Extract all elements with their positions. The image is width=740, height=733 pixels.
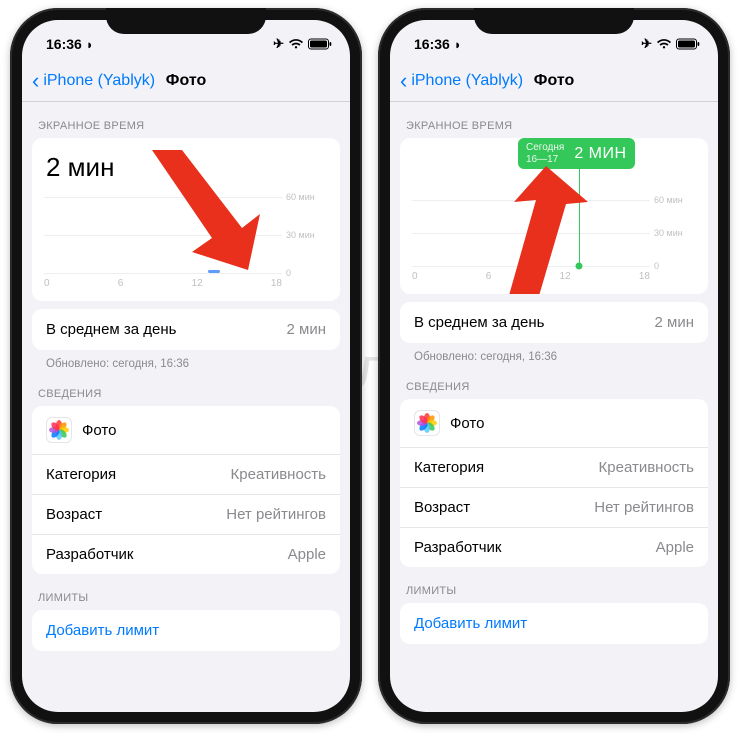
notch xyxy=(474,8,634,34)
photos-app-icon xyxy=(46,417,72,443)
x-axis-labels: 0 6 12 18 xyxy=(44,278,282,289)
airplane-icon: ✈ xyxy=(273,36,284,52)
section-header-limits: ЛИМИТЫ xyxy=(390,567,718,603)
section-header-info: СВЕДЕНИЯ xyxy=(22,370,350,406)
status-time: 16:36 xyxy=(46,36,82,52)
chart-bar[interactable] xyxy=(208,270,220,273)
avg-card: В среднем за день 2 мин xyxy=(32,309,340,350)
info-row-developer: Разработчик Apple xyxy=(400,527,708,567)
usage-chart[interactable]: 60 мин 30 мин 0 0 6 12 18 xyxy=(44,189,328,289)
back-label: iPhone (Yablyk) xyxy=(43,72,155,90)
usage-chart-card: Сегодня 16—17 2 МИН 60 мин xyxy=(400,138,708,294)
section-header-screen-time: ЭКРАННОЕ ВРЕМЯ xyxy=(22,102,350,138)
page-title: Фото xyxy=(534,72,574,90)
phone-frame-right: 16:36 ◗ ✈ ‹ iPhone (Yablyk) Фото ЭКРАННО… xyxy=(378,8,730,724)
usage-chart-card: 2 мин 60 мин 30 мин 0 0 xyxy=(32,138,340,301)
chevron-left-icon: ‹ xyxy=(32,70,39,92)
updated-note: Обновлено: сегодня, 16:36 xyxy=(390,343,718,363)
info-row-category: Категория Креативность xyxy=(400,447,708,487)
back-button[interactable]: ‹ iPhone (Yablyk) xyxy=(400,70,523,92)
back-label: iPhone (Yablyk) xyxy=(411,72,523,90)
y-axis-labels: 60 мин 30 мин 0 xyxy=(284,197,328,273)
usage-total: 2 мин xyxy=(44,150,328,183)
tooltip-range: 16—17 xyxy=(526,154,564,166)
avg-label: В среднем за день xyxy=(414,314,544,331)
battery-icon xyxy=(676,38,700,50)
avg-row: В среднем за день 2 мин xyxy=(400,302,708,343)
info-card: Фото Категория Креативность Возраст Нет … xyxy=(400,399,708,567)
section-header-screen-time: ЭКРАННОЕ ВРЕМЯ xyxy=(390,102,718,138)
back-button[interactable]: ‹ iPhone (Yablyk) xyxy=(32,70,155,92)
nav-bar: ‹ iPhone (Yablyk) Фото xyxy=(22,60,350,102)
avg-card: В среднем за день 2 мин xyxy=(400,302,708,343)
app-name: Фото xyxy=(450,415,484,432)
tooltip-day: Сегодня xyxy=(526,142,564,154)
y-axis-labels: 60 мин 30 мин 0 xyxy=(652,200,696,266)
section-header-info: СВЕДЕНИЯ xyxy=(390,363,718,399)
do-not-disturb-icon: ◗ xyxy=(454,37,462,52)
tooltip-stem xyxy=(579,166,581,266)
info-row-app: Фото xyxy=(32,406,340,454)
airplane-icon: ✈ xyxy=(641,36,652,52)
screen-left: 16:36 ◗ ✈ ‹ iPhone (Yablyk) Фото ЭКРАННО… xyxy=(22,20,350,712)
info-row-age: Возраст Нет рейтингов xyxy=(32,494,340,534)
screen-right: 16:36 ◗ ✈ ‹ iPhone (Yablyk) Фото ЭКРАННО… xyxy=(390,20,718,712)
avg-label: В среднем за день xyxy=(46,321,176,338)
usage-chart[interactable]: 60 мин 30 мин 0 0 6 12 18 xyxy=(412,192,696,282)
page-title: Фото xyxy=(166,72,206,90)
add-limit-button[interactable]: Добавить лимит xyxy=(400,603,708,644)
avg-value: 2 мин xyxy=(655,314,695,331)
battery-icon xyxy=(308,38,332,50)
chart-tooltip: Сегодня 16—17 2 МИН xyxy=(518,138,635,169)
x-axis-labels: 0 6 12 18 xyxy=(412,271,650,282)
tooltip-dot xyxy=(575,263,582,270)
add-limit-button[interactable]: Добавить лимит xyxy=(32,610,340,651)
wifi-icon xyxy=(656,38,672,50)
chevron-left-icon: ‹ xyxy=(400,70,407,92)
photos-app-icon xyxy=(414,410,440,436)
info-row-category: Категория Креативность xyxy=(32,454,340,494)
tooltip-value: 2 МИН xyxy=(574,145,626,163)
status-time: 16:36 xyxy=(414,36,450,52)
do-not-disturb-icon: ◗ xyxy=(86,37,94,52)
wifi-icon xyxy=(288,38,304,50)
info-card: Фото Категория Креативность Возраст Нет … xyxy=(32,406,340,574)
info-row-app: Фото xyxy=(400,399,708,447)
nav-bar: ‹ iPhone (Yablyk) Фото xyxy=(390,60,718,102)
phone-frame-left: 16:36 ◗ ✈ ‹ iPhone (Yablyk) Фото ЭКРАННО… xyxy=(10,8,362,724)
avg-value: 2 мин xyxy=(287,321,327,338)
updated-note: Обновлено: сегодня, 16:36 xyxy=(22,350,350,370)
section-header-limits: ЛИМИТЫ xyxy=(22,574,350,610)
info-row-age: Возраст Нет рейтингов xyxy=(400,487,708,527)
notch xyxy=(106,8,266,34)
info-row-developer: Разработчик Apple xyxy=(32,534,340,574)
app-name: Фото xyxy=(82,422,116,439)
avg-row: В среднем за день 2 мин xyxy=(32,309,340,350)
